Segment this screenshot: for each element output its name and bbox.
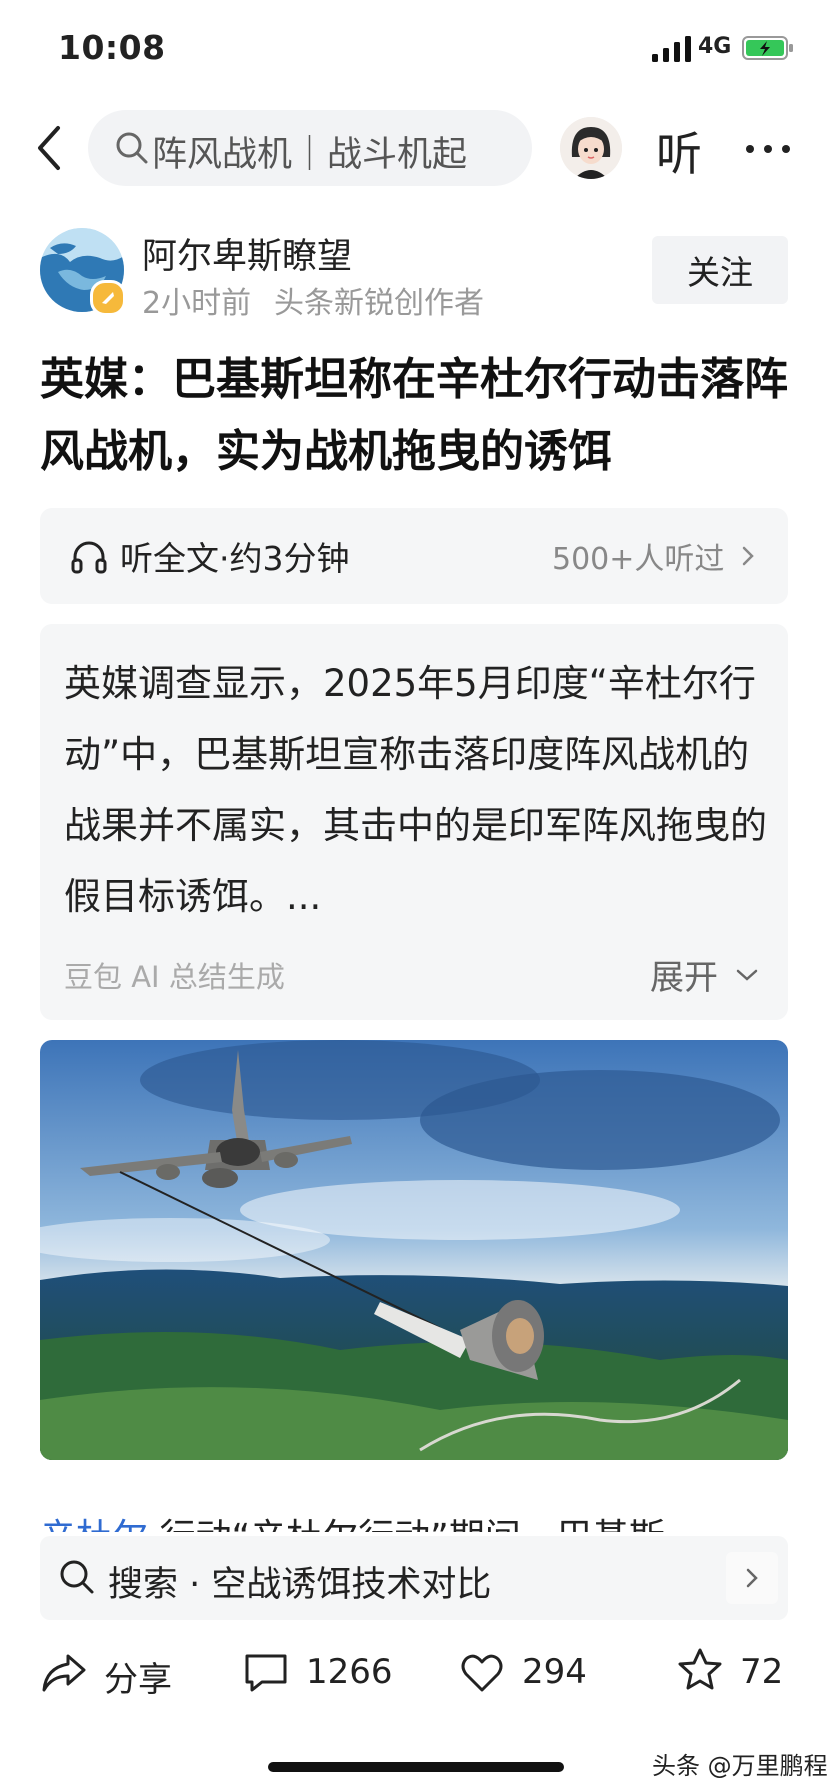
search-suggestion-text[interactable]: 搜索 · 空战诱饵技术对比: [108, 1556, 491, 1607]
more-icon[interactable]: [744, 142, 792, 156]
listener-count: 500+人听过: [552, 542, 725, 577]
author-role: 头条新锐创作者: [274, 286, 484, 321]
favorite-count[interactable]: 72: [740, 1652, 783, 1692]
expand-button[interactable]: 展开: [650, 950, 718, 999]
back-arrow-icon[interactable]: [30, 120, 70, 176]
share-label[interactable]: 分享: [104, 1652, 172, 1701]
watermark: 头条 @万里鹏程: [652, 1752, 828, 1780]
battery-icon: [742, 36, 793, 60]
author-name[interactable]: 阿尔卑斯瞭望: [142, 228, 352, 279]
follow-button[interactable]: 关注: [652, 236, 788, 304]
article-title: 英媒：巴基斯坦称在辛杜尔行动击落阵风战机，实为战机拖曳的诱饵: [40, 354, 788, 477]
listen-full-label: 听全文·约3分钟: [120, 539, 350, 578]
chevron-down-icon: [736, 969, 758, 981]
search-query[interactable]: 阵风战机｜战斗机起: [152, 126, 498, 177]
search-icon: [60, 1560, 94, 1594]
signal-icon: [652, 36, 691, 62]
summary-source: 豆包 AI 总结生成: [64, 960, 285, 994]
comment-count[interactable]: 1266: [306, 1652, 393, 1692]
like-count[interactable]: 294: [522, 1652, 587, 1692]
share-icon[interactable]: [40, 1648, 88, 1696]
search-icon: [116, 132, 148, 164]
comment-icon[interactable]: [242, 1648, 290, 1696]
user-avatar[interactable]: [560, 117, 622, 179]
topic-link[interactable]: 辛杜尔: [40, 1517, 148, 1532]
article-body-peek: 辛杜尔 行动“辛杜尔行动”期间，巴基斯: [40, 1508, 800, 1532]
publish-time: 2小时前: [142, 286, 252, 321]
peek-text: 行动“辛杜尔行动”期间，巴基斯: [148, 1517, 664, 1532]
chevron-right-icon: [742, 546, 754, 566]
verified-badge-icon: [90, 280, 126, 316]
home-indicator[interactable]: [268, 1762, 564, 1772]
network-type: 4G: [698, 34, 732, 59]
headphones-icon: [71, 541, 107, 574]
status-time: 10:08: [58, 28, 166, 67]
listen-button[interactable]: 听: [656, 118, 702, 184]
star-icon[interactable]: [676, 1646, 724, 1694]
summary-text: 英媒调查显示，2025年5月印度“辛杜尔行动”中，巴基斯坦宣称击落印度阵风战机的…: [64, 662, 767, 918]
heart-icon[interactable]: [458, 1648, 506, 1696]
chevron-right-icon: [746, 1568, 758, 1588]
article-image[interactable]: [40, 1040, 788, 1460]
